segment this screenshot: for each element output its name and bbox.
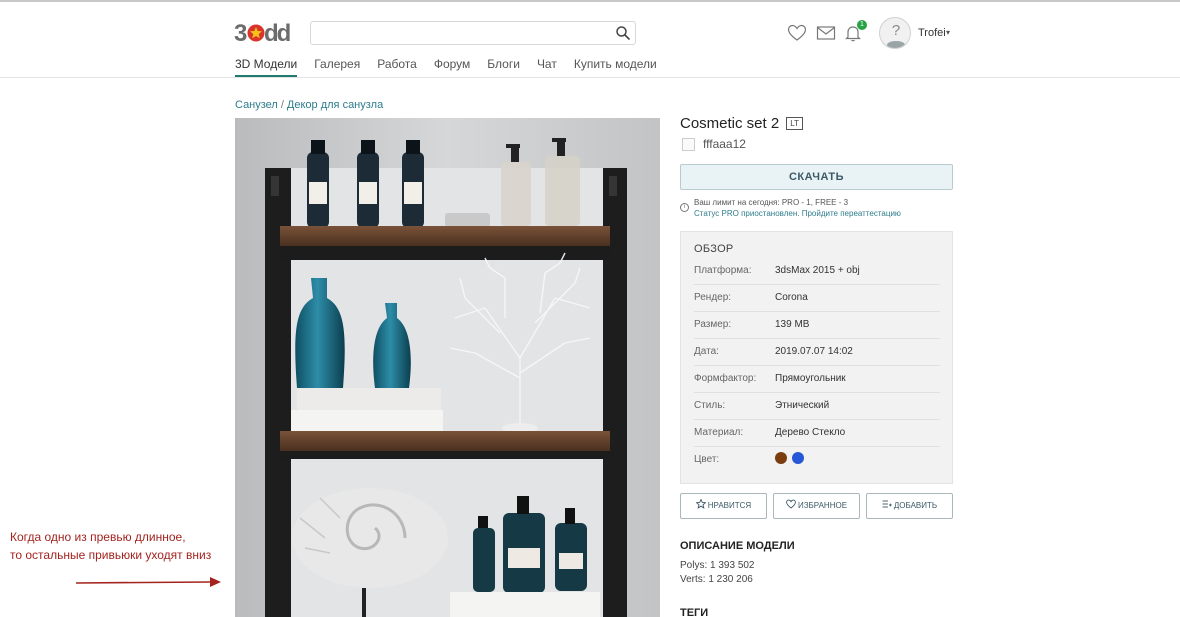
like-button[interactable]: НРАВИТСЯ xyxy=(680,493,767,519)
heart-icon[interactable] xyxy=(787,23,807,43)
model-title-row: Cosmetic set 2 LT xyxy=(680,115,803,132)
lt-badge: LT xyxy=(786,117,803,130)
favorite-label: ИЗБРАННОЕ xyxy=(797,501,848,510)
nav-3d-models[interactable]: 3D Модели xyxy=(235,57,298,77)
color-swatch-brown[interactable] xyxy=(775,452,787,464)
author-name[interactable]: fffaaa12 xyxy=(703,137,746,151)
annotation-line-1: Когда одно из превью длинное, xyxy=(10,530,186,544)
annotation-line-2: то остальные привьюки уходят вниз xyxy=(10,548,212,562)
arrow-right-icon xyxy=(75,577,221,587)
like-label: НРАВИТСЯ xyxy=(707,501,752,510)
nav-forum[interactable]: Форум xyxy=(434,57,470,77)
spec-key: Материал: xyxy=(694,427,744,438)
model-actions: НРАВИТСЯ ИЗБРАННОЕ ДОБАВИТЬ xyxy=(680,493,953,519)
nav-chat[interactable]: Чат xyxy=(537,57,557,77)
spec-value[interactable]: Дерево Стекло xyxy=(775,427,845,438)
site-logo[interactable]: 3 dd xyxy=(234,20,294,46)
overview-panel: ОБЗОР Платформа: 3dsMax 2015 + obj Ренде… xyxy=(680,231,953,484)
spec-value: 139 MB xyxy=(775,319,810,330)
polys-count: Polys: 1 393 502 xyxy=(680,560,755,571)
star-icon xyxy=(695,499,706,509)
search-icon[interactable] xyxy=(615,25,631,41)
notification-badge: 1 xyxy=(857,20,867,30)
list-add-icon xyxy=(882,500,892,508)
annotation-note: Когда одно из превью длинное, то остальн… xyxy=(10,528,211,564)
breadcrumb-bathroom-decor[interactable]: Декор для санузла xyxy=(287,99,383,111)
verts-count: Verts: 1 230 206 xyxy=(680,574,753,585)
heart-icon xyxy=(786,499,796,509)
spec-formfactor: Формфактор: Прямоугольник xyxy=(694,366,940,393)
main-nav: 3D Модели Галерея Работа Форум Блоги Чат… xyxy=(235,57,674,77)
breadcrumb-bathroom[interactable]: Санузел xyxy=(235,99,278,111)
spec-value: 2019.07.07 14:02 xyxy=(775,346,853,357)
add-label: ДОБАВИТЬ xyxy=(893,501,938,510)
nav-jobs[interactable]: Работа xyxy=(377,57,417,77)
spec-size: Размер: 139 MB xyxy=(694,312,940,339)
top-border xyxy=(0,0,1180,2)
nav-blogs[interactable]: Блоги xyxy=(487,57,520,77)
add-button[interactable]: ДОБАВИТЬ xyxy=(866,493,953,519)
spec-render: Рендер: Corona xyxy=(694,285,940,312)
description-title: ОПИСАНИЕ МОДЕЛИ xyxy=(680,540,795,552)
username[interactable]: Trofei xyxy=(918,27,946,39)
svg-text:3: 3 xyxy=(234,20,247,46)
spec-value[interactable]: Этнический xyxy=(775,400,829,411)
info-icon: i xyxy=(680,203,689,212)
spec-key: Цвет: xyxy=(694,454,720,465)
nav-buy-models[interactable]: Купить модели xyxy=(574,57,657,77)
model-preview-image[interactable] xyxy=(235,118,660,617)
spec-key: Стиль: xyxy=(694,400,726,411)
shelf-render-illustration xyxy=(235,118,660,617)
search-box xyxy=(310,21,636,45)
breadcrumb: Санузел / Декор для санузла xyxy=(235,99,383,111)
overview-title: ОБЗОР xyxy=(694,243,734,255)
spec-key: Формфактор: xyxy=(694,373,757,384)
chevron-down-icon[interactable]: ▾ xyxy=(946,28,950,37)
spec-key: Дата: xyxy=(694,346,719,357)
favorite-button[interactable]: ИЗБРАННОЕ xyxy=(773,493,860,519)
spec-material: Материал: Дерево Стекло xyxy=(694,420,940,447)
limit-text: Ваш лимит на сегодня: PRO - 1, FREE - 3 xyxy=(694,198,849,207)
spec-key: Размер: xyxy=(694,319,732,330)
user-placeholder-icon: ? xyxy=(887,22,905,48)
spec-value: 3dsMax 2015 + obj xyxy=(775,265,860,276)
spec-value[interactable]: Corona xyxy=(775,292,808,303)
search-input[interactable] xyxy=(319,25,609,41)
tags-title: ТЕГИ xyxy=(680,607,709,617)
color-swatch-blue[interactable] xyxy=(792,452,804,464)
author-flag-icon xyxy=(682,137,695,151)
model-title: Cosmetic set 2 xyxy=(680,115,780,132)
spec-value[interactable]: Прямоугольник xyxy=(775,373,846,384)
spec-style: Стиль: Этнический xyxy=(694,393,940,420)
mail-icon[interactable] xyxy=(816,23,836,43)
spec-date: Дата: 2019.07.07 14:02 xyxy=(694,339,940,366)
spec-key: Платформа: xyxy=(694,265,752,276)
download-button[interactable]: СКАЧАТЬ xyxy=(680,164,953,190)
header-divider xyxy=(0,77,1180,78)
avatar[interactable]: ? xyxy=(879,17,911,49)
breadcrumb-separator: / xyxy=(280,99,284,111)
nav-gallery[interactable]: Галерея xyxy=(314,57,360,77)
author-row: fffaaa12 xyxy=(682,137,746,151)
spec-key: Рендер: xyxy=(694,292,732,303)
svg-text:dd: dd xyxy=(264,20,291,46)
svg-text:?: ? xyxy=(892,22,900,39)
spec-color: Цвет: xyxy=(694,447,940,474)
pro-status-link[interactable]: Статус PRO приостановлен. Пройдите переа… xyxy=(694,208,901,219)
spec-platform: Платформа: 3dsMax 2015 + obj xyxy=(694,258,940,285)
